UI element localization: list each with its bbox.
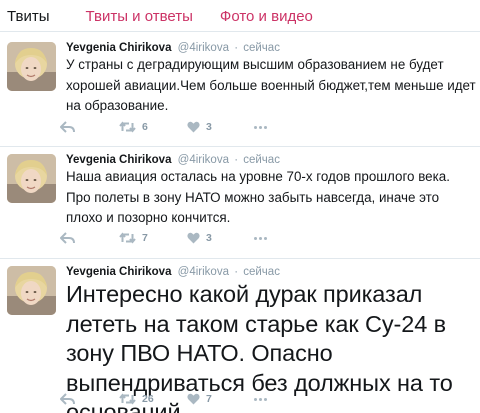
- retweet-icon: [119, 232, 136, 244]
- author-name[interactable]: Yevgenia Chirikova: [66, 266, 171, 278]
- tweet[interactable]: Yevgenia Chirikova @4irikova · сейчас Ин…: [0, 258, 480, 413]
- heart-icon: [187, 232, 200, 244]
- tab-photos-and-videos[interactable]: Фото и видео: [220, 8, 313, 26]
- avatar-photo: [7, 42, 56, 91]
- separator-dot: ·: [234, 266, 239, 278]
- author-name[interactable]: Yevgenia Chirikova: [66, 42, 171, 54]
- reply-icon: [60, 232, 75, 244]
- tweet-actions: 26 7: [60, 393, 366, 407]
- avatar[interactable]: [7, 42, 56, 91]
- heart-icon: [187, 121, 200, 133]
- heart-icon: [187, 393, 200, 405]
- like-button[interactable]: 3: [187, 121, 212, 133]
- tweet-time[interactable]: сейчас: [243, 266, 280, 278]
- tweet[interactable]: Yevgenia Chirikova @4irikova · сейчас У …: [0, 31, 480, 146]
- retweet-button[interactable]: 7: [119, 232, 148, 244]
- retweet-icon: [119, 121, 136, 133]
- tweet[interactable]: Yevgenia Chirikova @4irikova · сейчас На…: [0, 146, 480, 258]
- reply-button[interactable]: [60, 393, 75, 405]
- reply-button[interactable]: [60, 121, 75, 133]
- tweet-actions: 6 3: [60, 121, 366, 135]
- reply-button[interactable]: [60, 232, 75, 244]
- more-icon: [254, 398, 257, 401]
- tweet-header: Yevgenia Chirikova @4irikova · сейчас: [66, 41, 280, 55]
- retweet-icon: [119, 393, 136, 405]
- like-button[interactable]: 3: [187, 232, 212, 244]
- tweet-time[interactable]: сейчас: [243, 154, 280, 166]
- more-icon: [254, 237, 257, 240]
- profile-tabs: Твиты Твиты и ответы Фото и видео: [0, 0, 480, 31]
- tab-tweets-and-replies[interactable]: Твиты и ответы: [86, 8, 193, 26]
- avatar[interactable]: [7, 266, 56, 315]
- tweet-text: Наша авиация осталась на уровне 70-х год…: [66, 169, 450, 225]
- like-button[interactable]: 7: [187, 393, 212, 405]
- retweet-button[interactable]: 26: [119, 393, 154, 405]
- reply-icon: [60, 393, 75, 405]
- avatar-photo: [7, 154, 56, 203]
- retweet-button[interactable]: 6: [119, 121, 148, 133]
- retweet-count: 6: [142, 121, 148, 133]
- author-handle[interactable]: @4irikova: [178, 42, 229, 54]
- avatar-photo: [7, 266, 56, 315]
- retweet-count: 7: [142, 232, 148, 244]
- reply-icon: [60, 121, 75, 133]
- tweet-text: У страны с деградирующим высшим образова…: [66, 57, 476, 113]
- like-count: 7: [206, 393, 212, 405]
- more-icon: [254, 126, 257, 129]
- retweet-count: 26: [142, 393, 154, 405]
- tweet-actions: 7 3: [60, 232, 366, 246]
- separator-dot: ·: [234, 154, 239, 166]
- more-button[interactable]: [254, 398, 269, 401]
- tweet-time[interactable]: сейчас: [243, 42, 280, 54]
- more-button[interactable]: [254, 126, 269, 129]
- separator-dot: ·: [234, 42, 239, 54]
- like-count: 3: [206, 232, 212, 244]
- author-name[interactable]: Yevgenia Chirikova: [66, 154, 171, 166]
- tweet-header: Yevgenia Chirikova @4irikova · сейчас: [66, 153, 280, 167]
- tweet-header: Yevgenia Chirikova @4irikova · сейчас: [66, 265, 280, 279]
- tab-tweets[interactable]: Твиты: [7, 8, 50, 26]
- like-count: 3: [206, 121, 212, 133]
- avatar[interactable]: [7, 154, 56, 203]
- author-handle[interactable]: @4irikova: [178, 154, 229, 166]
- author-handle[interactable]: @4irikova: [178, 266, 229, 278]
- more-button[interactable]: [254, 237, 269, 240]
